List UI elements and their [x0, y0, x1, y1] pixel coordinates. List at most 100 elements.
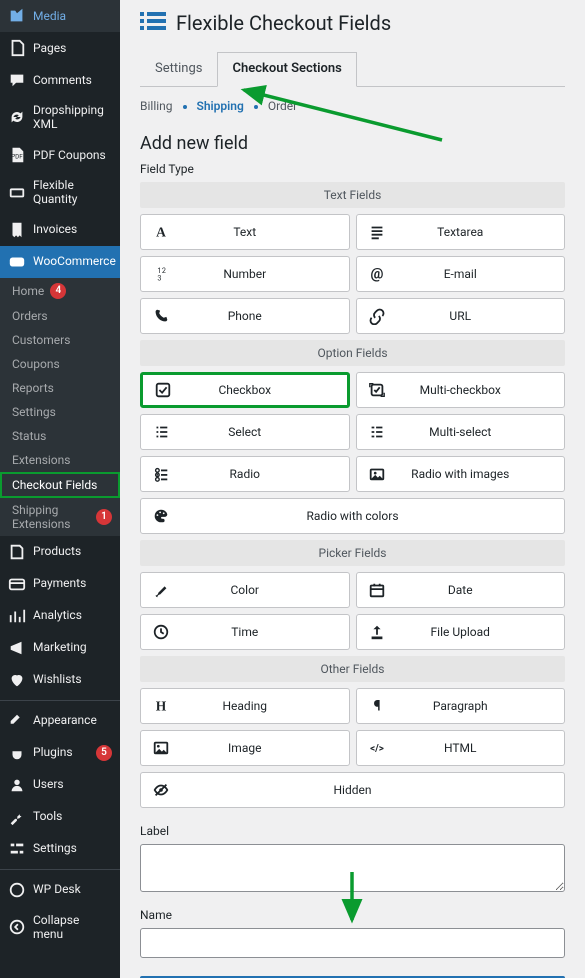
- sidebar-item-orders[interactable]: Orders: [0, 304, 120, 328]
- sidebar-item-appearance[interactable]: Appearance: [0, 705, 120, 737]
- sidebar-item-label: Invoices: [33, 222, 112, 236]
- field-type-time[interactable]: Time: [140, 614, 350, 650]
- field-type-html[interactable]: </>HTML: [356, 730, 566, 766]
- field-type-label: Image: [181, 741, 349, 755]
- plugins-icon: [8, 744, 26, 762]
- field-type-radio[interactable]: Radio: [140, 456, 350, 492]
- tab-checkout-sections[interactable]: Checkout Sections: [217, 52, 356, 87]
- products-icon: [8, 543, 26, 561]
- badge: 4: [50, 283, 66, 299]
- sidebar-item-analytics[interactable]: Analytics: [0, 600, 120, 632]
- sidebar-item-products[interactable]: Products: [0, 536, 120, 568]
- sidebar-item-label: Comments: [33, 73, 112, 87]
- check-icon: [143, 381, 183, 399]
- sidebar-item-media[interactable]: Media: [0, 0, 120, 32]
- mcheck-icon: [357, 381, 397, 399]
- sidebar-item-tools[interactable]: Tools: [0, 801, 120, 833]
- sidebar-item-home[interactable]: Home 4: [0, 278, 120, 304]
- tab-settings[interactable]: Settings: [140, 52, 217, 86]
- sidebar-item-customers[interactable]: Customers: [0, 328, 120, 352]
- sidebar-item-comments[interactable]: Comments: [0, 64, 120, 96]
- field-type-phone[interactable]: Phone: [140, 298, 350, 334]
- sidebar-item-label: PDF Coupons: [33, 148, 112, 162]
- field-type-text[interactable]: AText: [140, 214, 350, 250]
- field-type-label: URL: [397, 309, 565, 323]
- sidebar-item-label: WP Desk: [33, 882, 112, 896]
- field-type-label: Checkbox: [183, 383, 347, 397]
- sidebar-item-settings[interactable]: Settings: [0, 400, 120, 424]
- field-type-label: Radio: [181, 467, 349, 481]
- field-type-heading[interactable]: HHeading: [140, 688, 350, 724]
- field-type-multi-select[interactable]: Multi-select: [356, 414, 566, 450]
- sidebar-item-wishlists[interactable]: Wishlists: [0, 664, 120, 696]
- sidebar-item-users[interactable]: Users: [0, 769, 120, 801]
- sidebar-item-label: Plugins: [33, 745, 89, 759]
- sidebar-item-label: Dropshipping XML: [33, 103, 112, 132]
- sidebar-item-dropshipping[interactable]: Dropshipping XML: [0, 96, 120, 139]
- field-type-email[interactable]: @E-mail: [356, 256, 566, 292]
- sidebar-item-status[interactable]: Status: [0, 424, 120, 448]
- section-breadcrumbs: Billing Shipping Order: [140, 97, 565, 119]
- sidebar-item-label: Media: [33, 9, 112, 23]
- sidebar-item-plugins[interactable]: Plugins5: [0, 737, 120, 769]
- sidebar-item-woocommerce[interactable]: WooCommerce: [0, 246, 120, 278]
- field-type-label: Date: [397, 583, 565, 597]
- sidebar-item-pdf-coupons[interactable]: PDF PDF Coupons: [0, 139, 120, 171]
- field-type-radio-colors[interactable]: Radio with colors: [140, 498, 565, 534]
- sidebar-item-label: Analytics: [33, 608, 112, 622]
- crumb-order[interactable]: Order: [268, 99, 297, 113]
- sidebar-item-flex-qty[interactable]: Flexible Quantity: [0, 171, 120, 214]
- sidebar-item-wpdesk[interactable]: WP Desk: [0, 874, 120, 906]
- name-label: Name: [140, 908, 565, 922]
- field-type-upload[interactable]: File Upload: [356, 614, 566, 650]
- sidebar-item-collapse[interactable]: Collapse menu: [0, 906, 120, 949]
- label-input[interactable]: [140, 844, 565, 892]
- field-type-color[interactable]: Color: [140, 572, 350, 608]
- field-type-number[interactable]: 123Number: [140, 256, 350, 292]
- sidebar-item-marketing[interactable]: Marketing: [0, 632, 120, 664]
- field-type-label: Phone: [181, 309, 349, 323]
- crumb-billing[interactable]: Billing: [140, 99, 173, 113]
- fcf-plugin-icon: [140, 10, 166, 36]
- field-type-checkbox[interactable]: Checkbox: [140, 372, 350, 408]
- sidebar-item-invoices[interactable]: Invoices: [0, 214, 120, 246]
- sidebar-item-label: Home: [12, 284, 44, 298]
- code-icon: </>: [357, 739, 397, 757]
- sidebar-item-extensions[interactable]: Extensions: [0, 448, 120, 472]
- sidebar-item-wpsettings[interactable]: Settings: [0, 833, 120, 865]
- field-type-hidden[interactable]: Hidden: [140, 772, 565, 808]
- field-type-url[interactable]: URL: [356, 298, 566, 334]
- field-type-textarea[interactable]: Textarea: [356, 214, 566, 250]
- sidebar-item-checkout-fields[interactable]: Checkout Fields: [0, 472, 120, 498]
- pdf-icon: PDF: [8, 146, 26, 164]
- name-input[interactable]: [140, 928, 565, 958]
- field-type-date[interactable]: Date: [356, 572, 566, 608]
- svg-text:¶: ¶: [373, 698, 380, 715]
- sidebar-item-payments[interactable]: Payments: [0, 568, 120, 600]
- sidebar-item-label: Extensions: [12, 453, 70, 467]
- field-type-radio-images[interactable]: Radio with images: [356, 456, 566, 492]
- add-field-panel: Add new field Field Type Text FieldsATex…: [140, 133, 565, 978]
- sidebar-item-shipping-ext[interactable]: Shipping Extensions1: [0, 498, 120, 536]
- rimg-icon: [357, 465, 397, 483]
- sidebar-item-label: Collapse menu: [33, 913, 112, 942]
- field-type-select[interactable]: Select: [140, 414, 350, 450]
- svg-text:2: 2: [162, 266, 166, 275]
- field-type-multi-checkbox[interactable]: Multi-checkbox: [356, 372, 566, 408]
- upload-icon: [357, 623, 397, 641]
- field-type-paragraph[interactable]: ¶Paragraph: [356, 688, 566, 724]
- pages-icon: [8, 39, 26, 57]
- sidebar-item-label: Checkout Fields: [12, 478, 97, 492]
- img-icon: [141, 739, 181, 757]
- lines-icon: [357, 223, 397, 241]
- sidebar-item-reports[interactable]: Reports: [0, 376, 120, 400]
- add-new-field-title: Add new field: [140, 133, 565, 154]
- sidebar-item-label: Status: [12, 429, 46, 443]
- crumb-shipping[interactable]: Shipping: [197, 99, 244, 113]
- sidebar-item-label: Pages: [33, 41, 112, 55]
- sidebar-item-label: Flexible Quantity: [33, 178, 112, 207]
- sidebar-item-label: Shipping Extensions: [12, 503, 90, 531]
- sidebar-item-coupons[interactable]: Coupons: [0, 352, 120, 376]
- field-type-image[interactable]: Image: [140, 730, 350, 766]
- sidebar-item-pages[interactable]: Pages: [0, 32, 120, 64]
